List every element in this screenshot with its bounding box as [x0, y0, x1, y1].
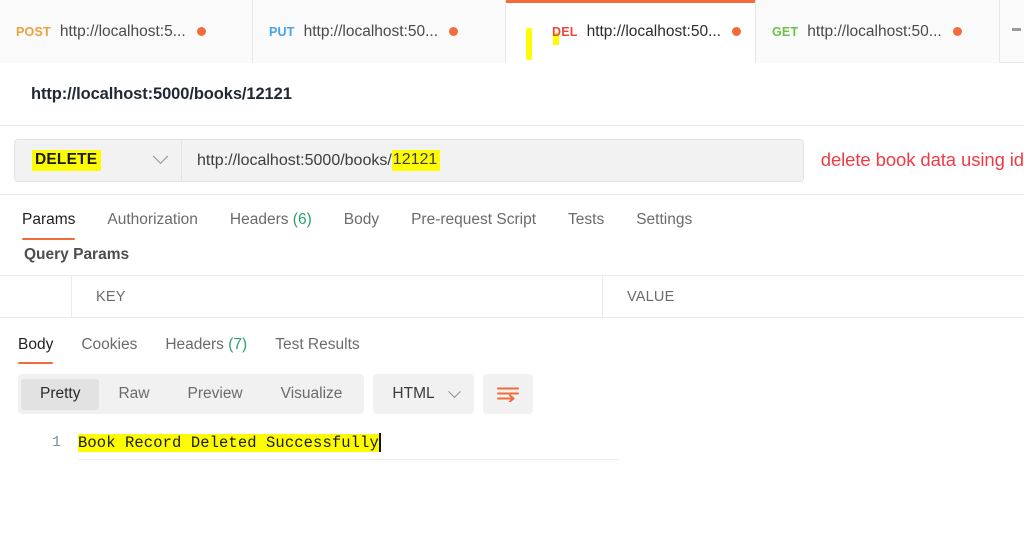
- view-mode-pretty[interactable]: Pretty: [21, 378, 100, 410]
- view-mode-group: Pretty Raw Preview Visualize: [18, 374, 365, 414]
- unsaved-dot-icon: [732, 27, 741, 36]
- tab-headers[interactable]: Headers (6): [214, 211, 328, 240]
- tab-method-label: GET: [772, 24, 799, 39]
- tab-params[interactable]: Params: [22, 211, 91, 240]
- chevron-down-icon: [152, 148, 169, 165]
- response-body-text: Book Record Deleted Successfully: [78, 433, 379, 452]
- response-body-viewer[interactable]: 1 Book Record Deleted Successfully: [0, 423, 1024, 483]
- new-tab-area[interactable]: [1000, 0, 1024, 62]
- query-params-checkbox-column: [0, 276, 72, 317]
- wrap-lines-icon: [496, 387, 519, 402]
- highlight-marker: [526, 27, 533, 60]
- response-tab-body[interactable]: Body: [14, 336, 67, 364]
- http-method-select[interactable]: DELETE: [15, 140, 182, 181]
- request-tab-get[interactable]: GET http://localhost:50...: [756, 0, 1000, 63]
- query-params-heading: Query Params: [24, 246, 130, 263]
- tab-label: Params: [22, 211, 76, 228]
- tab-url-label: http://localhost:50...: [586, 22, 721, 40]
- tab-label: Test Results: [275, 336, 360, 353]
- query-params-value-column: VALUE: [603, 276, 1024, 317]
- tab-url-label: http://localhost:5...: [59, 22, 186, 40]
- tab-url-label: http://localhost:50...: [807, 22, 942, 40]
- tab-settings[interactable]: Settings: [620, 211, 708, 240]
- tab-url-label: http://localhost:50...: [303, 22, 439, 40]
- tab-label: Authorization: [107, 211, 198, 228]
- request-tab-delete[interactable]: DEL http://localhost:50...: [506, 0, 756, 63]
- unsaved-dot-icon: [952, 27, 962, 36]
- tab-tests[interactable]: Tests: [552, 211, 620, 240]
- response-tab-test-results[interactable]: Test Results: [261, 336, 373, 364]
- wrap-lines-button[interactable]: [482, 374, 533, 414]
- tab-label: Settings: [636, 211, 693, 228]
- view-mode-preview[interactable]: Preview: [169, 379, 262, 410]
- tab-pre-request-script[interactable]: Pre-request Script: [395, 211, 552, 240]
- annotation-text: delete book data using id: [820, 149, 1024, 170]
- url-bar: DELETE http://localhost:5000/books/12121: [14, 139, 804, 182]
- line-number: 1: [51, 434, 61, 451]
- response-section-tabs: Body Cookies Headers (7) Test Results: [0, 318, 1024, 364]
- unsaved-dot-icon: [196, 27, 206, 36]
- view-mode-raw[interactable]: Raw: [99, 379, 168, 410]
- tab-body[interactable]: Body: [328, 211, 395, 240]
- view-mode-label: Visualize: [280, 384, 343, 402]
- code-divider: [78, 459, 618, 460]
- request-tab-put[interactable]: PUT http://localhost:50...: [253, 0, 506, 63]
- http-method-label: DELETE: [32, 150, 102, 171]
- unsaved-dot-icon: [449, 27, 459, 36]
- request-tab-strip: POST http://localhost:5... PUT http://lo…: [0, 0, 1024, 63]
- request-title-bar: http://localhost:5000/books/12121: [0, 63, 1024, 126]
- tab-method-label: POST: [16, 24, 51, 39]
- query-params-key-column: KEY: [72, 276, 603, 317]
- column-header-key: KEY: [96, 288, 126, 305]
- response-format-label: HTML: [392, 385, 435, 402]
- chevron-down-icon: [447, 384, 461, 398]
- response-tab-cookies[interactable]: Cookies: [67, 336, 151, 364]
- url-input[interactable]: http://localhost:5000/books/12121: [182, 140, 803, 181]
- url-id-text: 12121: [391, 150, 441, 171]
- view-mode-label: Preview: [187, 384, 243, 402]
- text-caret: [378, 433, 381, 452]
- request-tab-post[interactable]: POST http://localhost:5...: [0, 0, 253, 63]
- tab-label: Cookies: [81, 336, 138, 353]
- response-tab-headers[interactable]: Headers (7): [151, 336, 261, 364]
- view-mode-label: Raw: [118, 384, 150, 402]
- tab-label: Headers: [229, 211, 289, 228]
- tab-label: Tests: [568, 211, 605, 228]
- view-mode-label: Pretty: [40, 384, 81, 402]
- postman-window: POST http://localhost:5... PUT http://lo…: [0, 0, 1024, 547]
- code-line: 1 Book Record Deleted Successfully: [0, 433, 1024, 452]
- url-prefix-text: http://localhost:5000/books/: [197, 151, 392, 169]
- page-title: http://localhost:5000/books/12121: [31, 84, 292, 103]
- tab-method-label: DEL: [551, 24, 578, 39]
- response-viewer-toolbar: Pretty Raw Preview Visualize HTML: [0, 364, 1024, 423]
- response-format-select[interactable]: HTML: [373, 374, 474, 414]
- query-params-table: KEY VALUE: [0, 275, 1024, 318]
- tab-authorization[interactable]: Authorization: [91, 211, 213, 240]
- request-section-tabs: Params Authorization Headers (6) Body Pr…: [0, 195, 1024, 240]
- tab-method-label: PUT: [269, 24, 295, 39]
- tab-label: Headers: [165, 336, 224, 353]
- tab-label: Body: [343, 211, 380, 228]
- column-header-value: VALUE: [627, 288, 675, 305]
- url-bar-row: DELETE http://localhost:5000/books/12121…: [0, 126, 1024, 195]
- tab-label: Pre-request Script: [411, 211, 537, 228]
- view-mode-visualize[interactable]: Visualize: [262, 379, 362, 410]
- tab-count: (6): [292, 211, 312, 228]
- more-tabs-icon: [1012, 28, 1021, 31]
- tab-label: Body: [18, 336, 54, 353]
- tab-count: (7): [228, 336, 248, 353]
